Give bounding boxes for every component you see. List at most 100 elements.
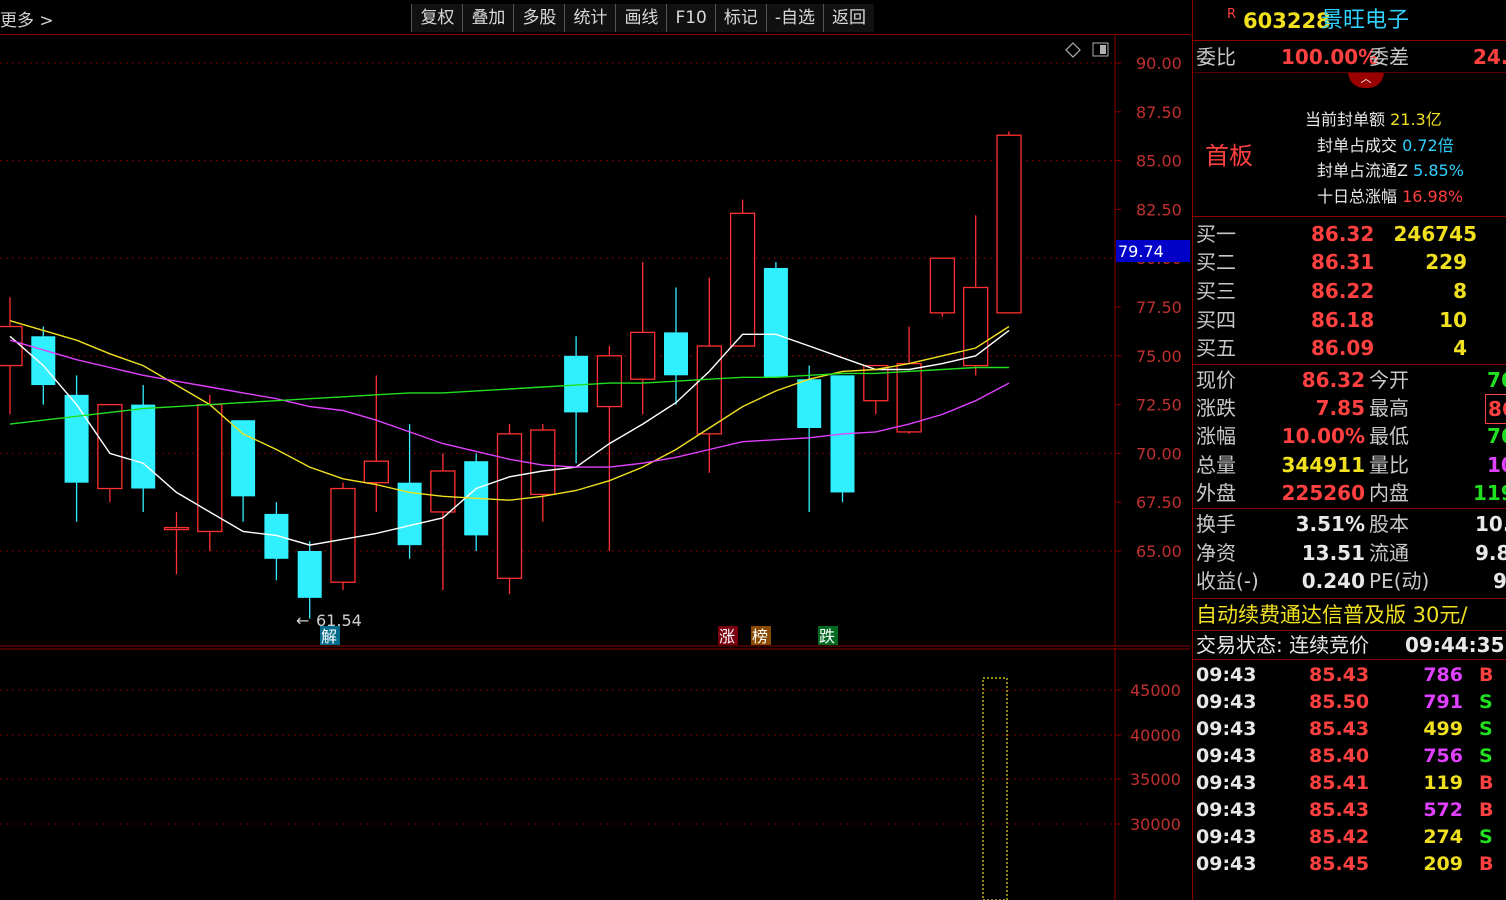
trade-price: 85.43 <box>1309 664 1370 686</box>
stock-code: 603228 <box>1243 9 1331 33</box>
trade-side: B <box>1479 772 1494 794</box>
fundamental-row: 换手3.51%股本10. <box>1196 512 1506 536</box>
trade-volume: 274 <box>1423 826 1463 848</box>
candle-body <box>31 336 56 386</box>
candle-body <box>797 379 822 429</box>
candle-body <box>496 433 523 579</box>
candle-body <box>596 355 623 408</box>
trade-price: 85.43 <box>1309 718 1370 740</box>
back-button[interactable]: 返回 <box>823 4 874 32</box>
candle-body <box>231 420 256 497</box>
trade-time: 09:43 <box>1196 718 1257 740</box>
trade-volume: 572 <box>1423 799 1463 821</box>
candle-body <box>131 404 156 489</box>
price-tick-label: 65.00 <box>1136 542 1182 561</box>
remove-watchlist-button[interactable]: -自选 <box>765 4 823 32</box>
trade-time: 09:43 <box>1196 664 1257 686</box>
volume-tick-label: 45000 <box>1130 681 1181 700</box>
panel-toggle-icon[interactable] <box>1092 42 1109 57</box>
bid-row[interactable]: 买五 86.09 4 <box>1193 334 1506 362</box>
trade-price: 85.40 <box>1309 745 1370 767</box>
candle-body <box>330 487 356 583</box>
stock-badge: R <box>1227 7 1237 22</box>
price-tick-label: 72.50 <box>1136 396 1182 415</box>
trade-volume: 119 <box>1423 772 1463 794</box>
trade-price: 85.43 <box>1309 799 1370 821</box>
candle-body <box>929 257 956 314</box>
trade-volume: 499 <box>1423 718 1463 740</box>
price-tick-label: 75.00 <box>1136 347 1182 366</box>
bid-row[interactable]: 买四 86.18 10 <box>1193 306 1506 334</box>
event-marker-unlock[interactable]: 解 <box>320 626 340 646</box>
trade-price: 85.50 <box>1309 691 1370 713</box>
diamond-icon[interactable] <box>1065 42 1081 58</box>
price-tick-label: 82.50 <box>1136 200 1182 219</box>
trade-time: 09:43 <box>1196 745 1257 767</box>
bid-row[interactable]: 买三 86.22 8 <box>1193 277 1506 305</box>
trade-time: 09:43 <box>1196 799 1257 821</box>
trade-row: 09:43 85.40 756 S <box>1193 743 1506 770</box>
expand-icon[interactable]: ︿ <box>1348 72 1384 88</box>
trade-time: 09:43 <box>1196 691 1257 713</box>
trade-row: 09:43 85.43 786 B <box>1193 662 1506 689</box>
candle-body <box>996 134 1022 314</box>
svg-text:跌: 跌 <box>819 627 835 646</box>
event-marker-ranking[interactable]: 榜 <box>751 626 771 646</box>
overlay-button[interactable]: 叠加 <box>462 4 514 32</box>
quote-row: 总量344911量比10 <box>1196 453 1506 477</box>
candle-body <box>696 345 722 435</box>
quote-row: 外盘225260内盘119 <box>1196 481 1506 505</box>
fundamental-row: 收益(-) 0.240 PE(动) 9 <box>1196 569 1506 593</box>
svg-text:涨: 涨 <box>719 627 735 646</box>
candle-body <box>530 429 556 496</box>
trade-price: 85.42 <box>1309 826 1370 848</box>
svg-text:←: ← <box>296 611 309 630</box>
volume-bar-today <box>982 677 1008 900</box>
price-tick-label: 77.50 <box>1136 298 1182 317</box>
more-link[interactable]: 更多 > <box>0 6 54 31</box>
price-tick-label: 87.50 <box>1136 103 1182 122</box>
trade-price: 85.45 <box>1309 853 1370 875</box>
trade-side: S <box>1479 691 1493 713</box>
volume-chart[interactable]: 45000 40000 35000 30000 <box>0 648 1190 900</box>
promo-banner[interactable]: 自动续费通达信普及版 30元/ <box>1193 600 1506 630</box>
candlestick-chart[interactable]: 90.0087.5085.0082.5080.0077.5075.0072.50… <box>0 35 1190 647</box>
bid-row[interactable]: 买一 86.32 246745 <box>1193 220 1506 248</box>
quote-row: 现价86.32今开76 <box>1196 368 1506 392</box>
restore-rights-button[interactable]: 复权 <box>411 4 463 32</box>
event-marker-limit-down[interactable]: 跌 <box>818 626 838 646</box>
mark-button[interactable]: 标记 <box>714 4 766 32</box>
volume-grid: 45000 40000 35000 30000 <box>0 648 1190 834</box>
candle-body <box>729 212 756 347</box>
f10-button[interactable]: F10 <box>666 4 715 32</box>
event-marker-limit-up[interactable]: 涨 <box>718 626 738 646</box>
trade-row: 09:43 85.43 572 B <box>1193 797 1506 824</box>
candle-body <box>97 403 123 490</box>
trade-volume: 756 <box>1423 745 1463 767</box>
trade-price: 85.41 <box>1309 772 1370 794</box>
candle-body <box>163 526 190 531</box>
candle-body <box>763 267 788 378</box>
svg-text:榜: 榜 <box>752 627 768 646</box>
trade-time: 09:43 <box>1196 772 1257 794</box>
trade-side: B <box>1479 799 1494 821</box>
trade-row: 09:43 85.43 499 S <box>1193 716 1506 743</box>
quote-row: 涨跌7.85最高86 <box>1193 394 1506 424</box>
bid-row[interactable]: 买二 86.31 229 <box>1193 248 1506 276</box>
price-tick-label: 70.00 <box>1136 444 1182 463</box>
trade-time: 09:43 <box>1196 853 1257 875</box>
candle-body <box>0 325 23 367</box>
trade-volume: 209 <box>1423 853 1463 875</box>
trade-volume: 791 <box>1423 691 1463 713</box>
order-ratio-row: 委比 100.00% 委差 24. <box>1196 45 1506 69</box>
trade-row: 09:43 85.42 274 S <box>1193 824 1506 851</box>
fundamental-row: 净资 13.51 流通 9.8 <box>1196 541 1506 565</box>
draw-line-button[interactable]: 画线 <box>615 4 667 32</box>
candle-body <box>863 364 889 402</box>
multi-stock-button[interactable]: 多股 <box>513 4 565 32</box>
trade-row: 09:43 85.45 209 B <box>1193 851 1506 878</box>
svg-text:解: 解 <box>321 627 337 646</box>
candle-body <box>963 286 989 367</box>
statistics-button[interactable]: 统计 <box>564 4 616 32</box>
volume-tick-label: 30000 <box>1130 815 1181 834</box>
